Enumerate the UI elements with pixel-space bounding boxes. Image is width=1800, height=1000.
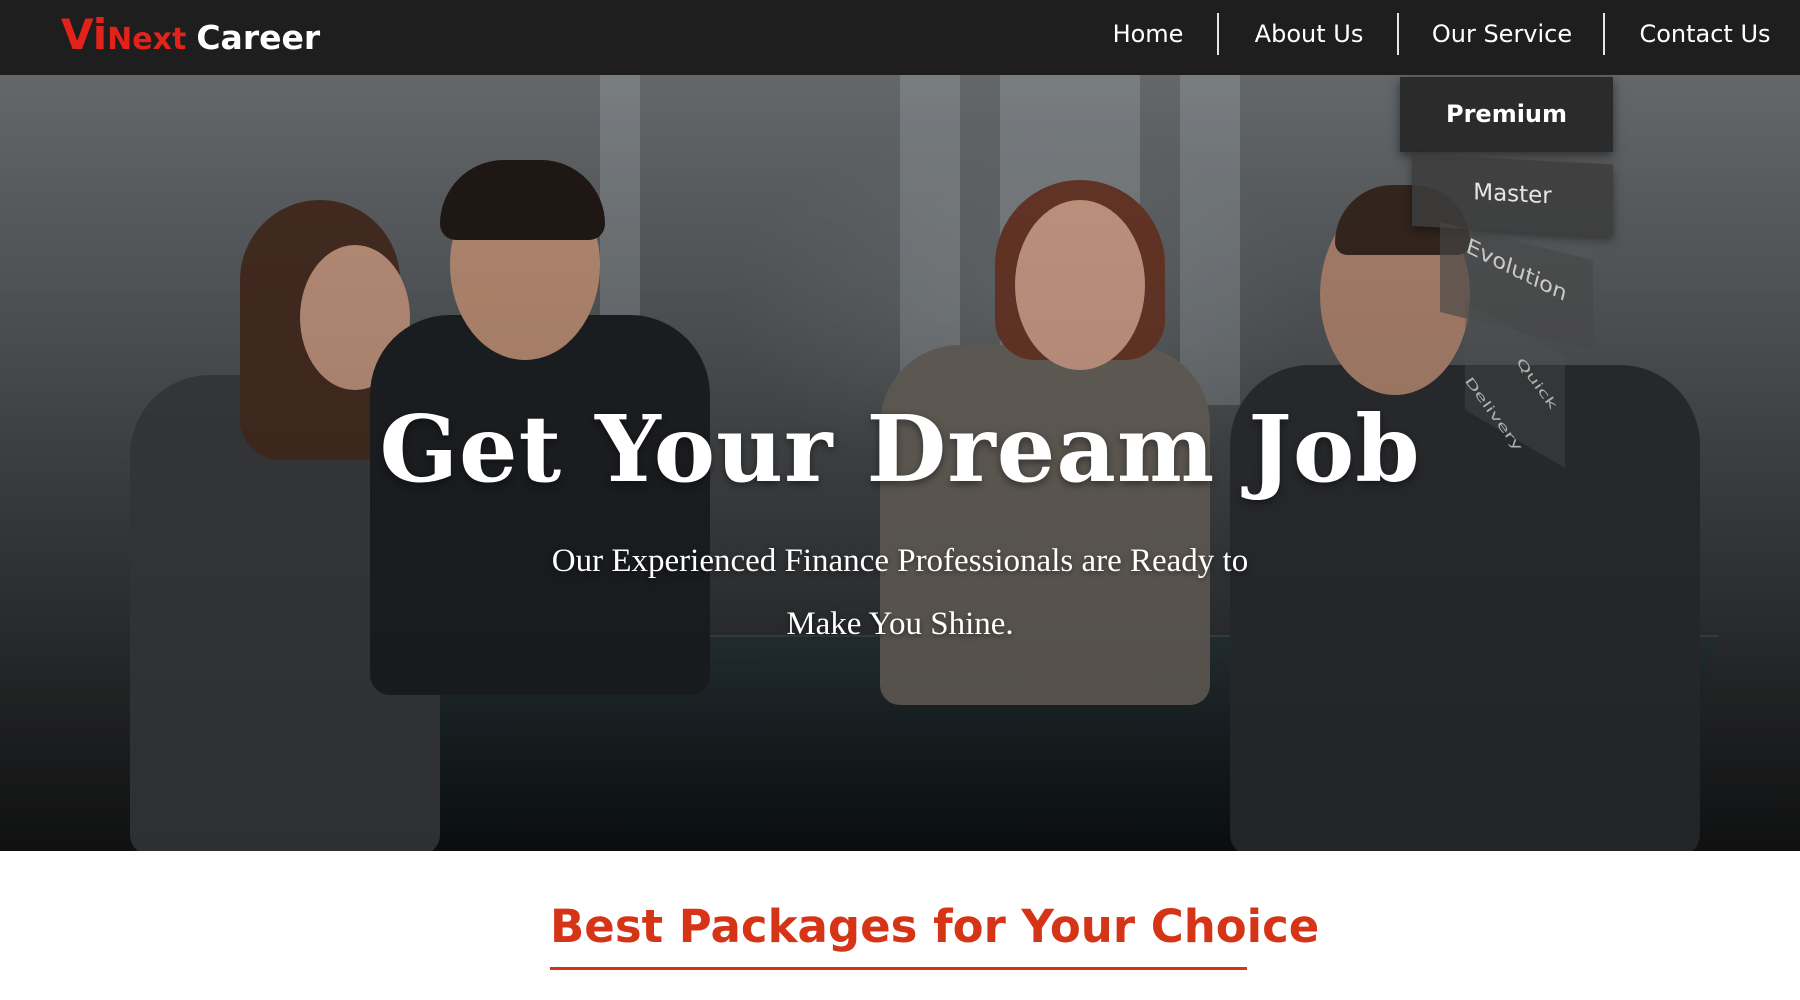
logo-vi: Vi xyxy=(61,10,108,59)
hero-subtitle: Our Experienced Finance Professionals ar… xyxy=(500,530,1300,656)
site-logo[interactable]: Vi Next Career xyxy=(61,10,320,60)
nav-separator xyxy=(1603,13,1605,55)
top-navbar: Vi Next Career Home About Us Our Service… xyxy=(0,0,1800,75)
nav-service-link[interactable]: Our Service xyxy=(1420,0,1584,70)
nav-separator xyxy=(1217,13,1219,55)
nav-contact-link[interactable]: Contact Us xyxy=(1630,0,1780,70)
hero-subtitle-line-2: Make You Shine. xyxy=(786,606,1014,642)
logo-next: Next xyxy=(107,22,187,57)
nav-home-link[interactable]: Home xyxy=(1098,0,1198,70)
packages-heading-underline xyxy=(550,967,1247,970)
nav-about-link[interactable]: About Us xyxy=(1236,0,1382,70)
nav-separator xyxy=(1397,13,1399,55)
dropdown-premium[interactable]: Premium xyxy=(1400,77,1613,152)
logo-career: Career xyxy=(196,18,321,57)
packages-heading: Best Packages for Your Choice xyxy=(550,900,1320,953)
hero-subtitle-line-1: Our Experienced Finance Professionals ar… xyxy=(551,543,1249,579)
